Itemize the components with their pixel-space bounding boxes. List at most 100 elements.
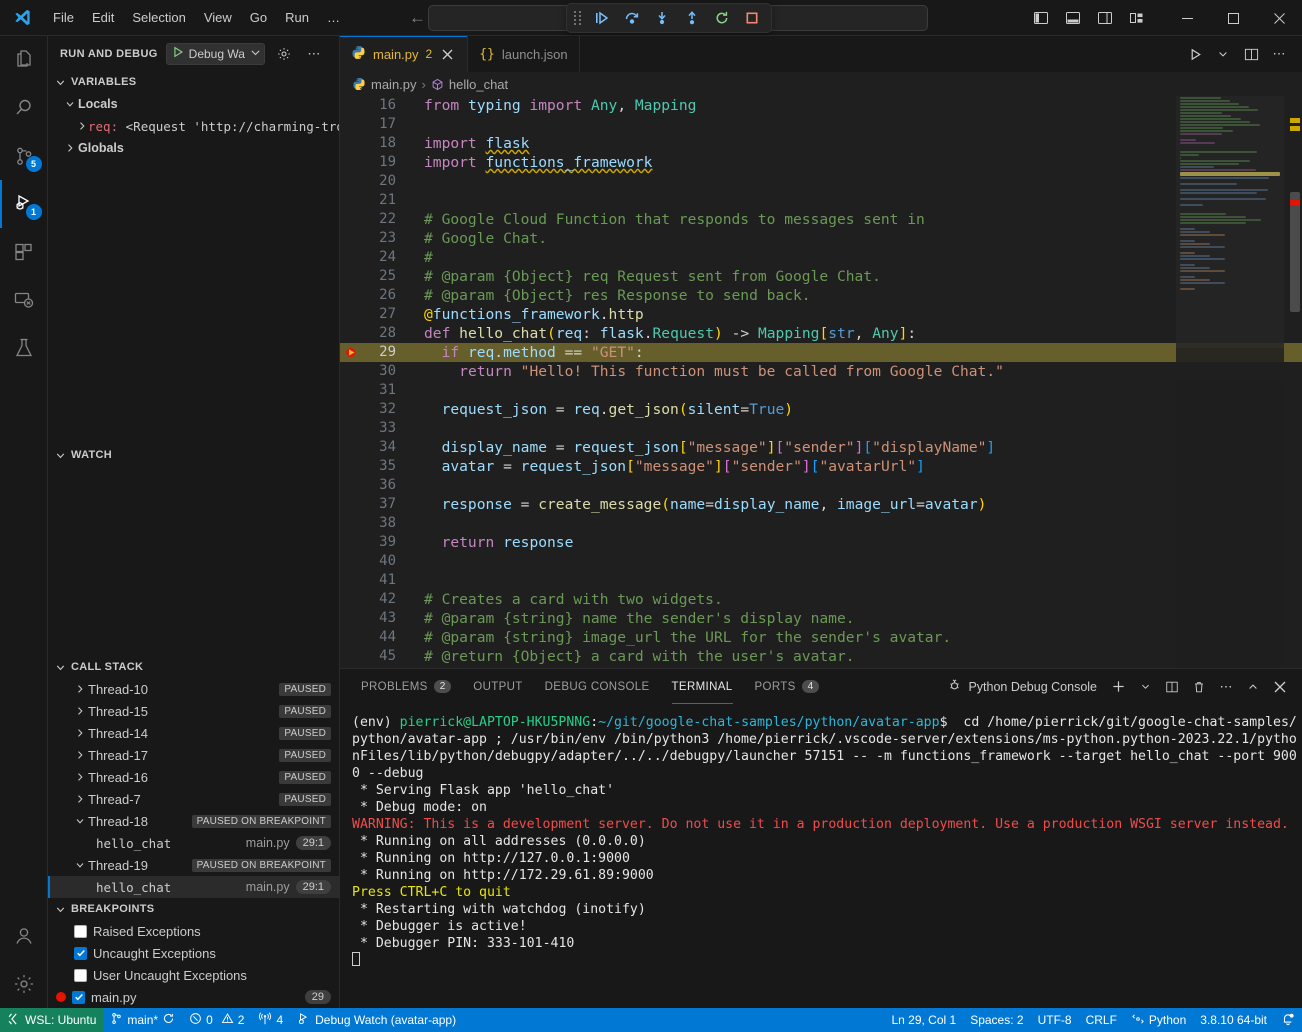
code-line[interactable]: 23# Google Chat. [340, 229, 1302, 248]
callstack-pane-header[interactable]: CALL STACK [48, 656, 339, 678]
customize-layout-button[interactable] [1124, 5, 1150, 31]
callstack-frame-selected[interactable]: hello_chat main.py 29:1 [48, 876, 339, 898]
editor-more-actions-button[interactable]: ⋯ [1266, 41, 1292, 67]
menu-selection[interactable]: Selection [123, 6, 194, 29]
activitybar-search[interactable] [0, 84, 48, 132]
code-line[interactable]: 31 [340, 381, 1302, 400]
menu-more[interactable]: … [318, 6, 349, 29]
status-indentation[interactable]: Spaces: 2 [963, 1008, 1030, 1032]
activitybar-remote-explorer[interactable] [0, 276, 48, 324]
menu-file[interactable]: File [44, 6, 83, 29]
watch-pane-header[interactable]: WATCH [48, 444, 339, 466]
chevron-down-icon[interactable] [62, 96, 78, 112]
code-line[interactable]: 43# @param {string} name the sender's di… [340, 609, 1302, 628]
active-terminal-name[interactable]: Python Debug Console [947, 678, 1097, 696]
close-window-button[interactable] [1256, 0, 1302, 36]
code-line[interactable]: 35 avatar = request_json["message"]["sen… [340, 457, 1302, 476]
close-icon[interactable] [439, 46, 456, 63]
activitybar-testing[interactable] [0, 324, 48, 372]
maximize-panel-button[interactable] [1241, 675, 1265, 699]
debug-step-into-button[interactable] [649, 6, 675, 30]
sync-icon[interactable] [162, 1012, 175, 1028]
panel-tab-output[interactable]: OUTPUT [462, 669, 533, 704]
code-line[interactable]: 16from typing import Any, Mapping [340, 96, 1302, 115]
callstack-thread[interactable]: Thread-17 PAUSED [48, 744, 339, 766]
status-notifications[interactable] [1274, 1008, 1302, 1032]
code-line[interactable]: 30 return "Hello! This function must be … [340, 362, 1302, 381]
chevron-right-icon[interactable] [72, 725, 88, 741]
callstack-thread[interactable]: Thread-16 PAUSED [48, 766, 339, 788]
split-editor-button[interactable] [1238, 41, 1264, 67]
toggle-secondary-sidebar-button[interactable] [1092, 5, 1118, 31]
status-cursor-position[interactable]: Ln 29, Col 1 [884, 1008, 963, 1032]
activitybar-extensions[interactable] [0, 228, 48, 276]
code-line[interactable]: 26# @param {Object} res Response to send… [340, 286, 1302, 305]
debug-step-out-button[interactable] [679, 6, 705, 30]
breakpoint-item[interactable]: Uncaught Exceptions [48, 942, 339, 964]
kill-terminal-button[interactable] [1187, 675, 1211, 699]
maximize-window-button[interactable] [1210, 0, 1256, 36]
code-line[interactable]: 29 if req.method == "GET": [340, 343, 1302, 362]
callstack-frame[interactable]: hello_chat main.py 29:1 [48, 832, 339, 854]
breakpoint-item[interactable]: Raised Exceptions [48, 920, 339, 942]
chevron-right-icon[interactable] [72, 769, 88, 785]
variables-pane-header[interactable]: VARIABLES [48, 71, 339, 93]
chevron-right-icon[interactable] [62, 140, 78, 156]
panel-more-actions-button[interactable]: ⋯ [1214, 675, 1238, 699]
status-problems[interactable]: 0 2 [182, 1008, 251, 1032]
code-line[interactable]: 38 [340, 514, 1302, 533]
debug-step-over-button[interactable] [619, 6, 645, 30]
code-line[interactable]: 20 [340, 172, 1302, 191]
split-terminal-button[interactable] [1160, 675, 1184, 699]
menu-run[interactable]: Run [276, 6, 318, 29]
chevron-right-icon[interactable] [72, 747, 88, 763]
panel-tab-problems[interactable]: PROBLEMS 2 [350, 669, 462, 704]
chevron-right-icon[interactable] [72, 681, 88, 697]
code-line[interactable]: 19import functions_framework [340, 153, 1302, 172]
code-line[interactable]: 18import flask [340, 134, 1302, 153]
variables-scope-globals[interactable]: Globals [48, 137, 339, 159]
callstack-thread[interactable]: Thread-18 PAUSED ON BREAKPOINT [48, 810, 339, 832]
minimap[interactable] [1176, 96, 1284, 668]
debug-continue-button[interactable] [589, 6, 615, 30]
callstack-thread[interactable]: Thread-10 PAUSED [48, 678, 339, 700]
gear-icon[interactable] [273, 43, 295, 65]
status-python-interpreter[interactable]: 3.8.10 64-bit [1193, 1008, 1274, 1032]
code-line[interactable]: 22# Google Cloud Function that responds … [340, 210, 1302, 229]
code-editor[interactable]: 16from typing import Any, Mapping1718imp… [340, 96, 1302, 668]
editor-scrollbar[interactable] [1288, 96, 1302, 668]
callstack-thread[interactable]: Thread-19 PAUSED ON BREAKPOINT [48, 854, 339, 876]
code-line[interactable]: 27@functions_framework.http [340, 305, 1302, 324]
chevron-right-icon[interactable] [72, 791, 88, 807]
terminal-output[interactable]: (env) pierrick@LAPTOP-HKU5PNNG:~/git/goo… [340, 704, 1302, 1008]
chevron-down-icon[interactable] [52, 74, 68, 90]
status-eol[interactable]: CRLF [1079, 1008, 1124, 1032]
editor-tab-main-py[interactable]: main.py 2 [340, 36, 468, 72]
chevron-right-icon[interactable] [72, 703, 88, 719]
code-line[interactable]: 37 response = create_message(name=displa… [340, 495, 1302, 514]
checkbox-unchecked-icon[interactable] [74, 925, 87, 938]
status-ports[interactable]: 4 [251, 1008, 290, 1032]
code-line[interactable]: 28def hello_chat(req: flask.Request) -> … [340, 324, 1302, 343]
activitybar-run-and-debug[interactable]: 1 [0, 180, 48, 228]
checkbox-checked-icon[interactable] [72, 991, 85, 1004]
debug-stop-button[interactable] [739, 6, 765, 30]
menu-edit[interactable]: Edit [83, 6, 123, 29]
code-line[interactable]: 45# @return {Object} a card with the use… [340, 647, 1302, 666]
checkbox-unchecked-icon[interactable] [74, 969, 87, 982]
close-panel-button[interactable] [1268, 675, 1292, 699]
status-encoding[interactable]: UTF-8 [1031, 1008, 1079, 1032]
code-line[interactable]: 34 display_name = request_json["message"… [340, 438, 1302, 457]
chevron-down-icon[interactable] [72, 857, 88, 873]
run-python-file-button[interactable] [1182, 41, 1208, 67]
status-remote-host[interactable]: WSL: Ubuntu [0, 1008, 103, 1032]
debug-restart-button[interactable] [709, 6, 735, 30]
code-line[interactable]: 36 [340, 476, 1302, 495]
chevron-down-icon[interactable] [52, 659, 68, 675]
breadcrumb-item-file[interactable]: main.py [371, 77, 417, 92]
run-options-dropdown[interactable] [1210, 41, 1236, 67]
code-line[interactable]: 42# Creates a card with two widgets. [340, 590, 1302, 609]
menu-view[interactable]: View [195, 6, 241, 29]
breakpoints-pane-header[interactable]: BREAKPOINTS [48, 898, 339, 920]
code-line[interactable]: 41 [340, 571, 1302, 590]
